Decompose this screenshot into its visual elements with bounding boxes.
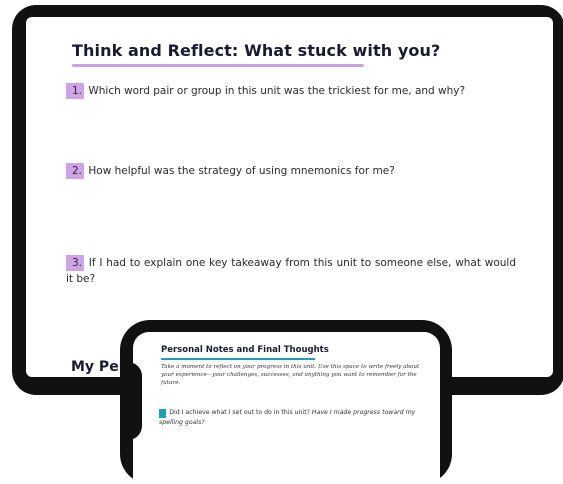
next-section-heading: My Per	[71, 359, 126, 375]
question-text: If I had to explain one key takeaway fro…	[66, 257, 516, 285]
question-text: Did I achieve what I set out to do in th…	[169, 409, 310, 416]
phone-title: Personal Notes and Final Thoughts	[161, 345, 329, 355]
question-number: 1.	[66, 83, 85, 99]
phone-device: Personal Notes and Final Thoughts Take a…	[120, 320, 452, 484]
question-3: 3. If I had to explain one key takeaway …	[66, 255, 516, 287]
phone-question-1: 1. Did I achieve what I set out to do in…	[159, 408, 429, 427]
question-text: Which word pair or group in this unit wa…	[88, 85, 466, 97]
phone-title-underline	[161, 358, 315, 360]
page-title: Think and Reflect: What stuck with you?	[72, 41, 441, 60]
phone-screen: Personal Notes and Final Thoughts Take a…	[133, 332, 440, 484]
phone-intro: Take a moment to reflect on your progres…	[161, 364, 420, 386]
question-text: How helpful was the strategy of using mn…	[88, 165, 395, 177]
question-number: 2.	[66, 163, 85, 179]
question-number: 1.	[159, 409, 167, 418]
question-number: 3.	[66, 255, 85, 271]
phone-notch	[120, 362, 142, 440]
question-1: 1. Which word pair or group in this unit…	[66, 83, 516, 99]
question-2: 2. How helpful was the strategy of using…	[66, 163, 516, 179]
title-underline	[72, 64, 364, 67]
